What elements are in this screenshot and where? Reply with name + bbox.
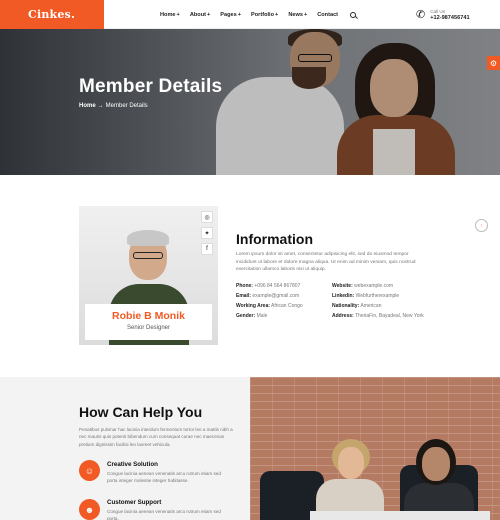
member-role: Senior Designer <box>126 325 171 331</box>
office-photo <box>250 377 500 520</box>
detail-gender: Gender: Male <box>236 313 268 319</box>
nav-item-home[interactable]: Home + <box>160 12 180 18</box>
info-title: Information <box>236 231 313 247</box>
site-header: Cinkes. Home + About + Pages + Portfolio + N… <box>0 0 500 29</box>
plus-icon: + <box>237 11 242 18</box>
detail-email: Email: example@gmail.com <box>236 293 300 299</box>
nav-item-pages[interactable]: Pages + <box>220 12 241 18</box>
service-description: Congue lacinia aenean venenatis arcu rut… <box>107 471 221 483</box>
member-name-box: Robie B Monik Senior Designer <box>85 304 212 340</box>
call-text: Call Us +12-987456741 <box>430 9 469 21</box>
office-photo-detail <box>422 447 450 481</box>
gear-icon: ⚙ <box>489 58 498 68</box>
call-label: Call Us <box>430 9 446 14</box>
office-photo-detail <box>310 511 490 520</box>
member-photo-detail <box>127 230 169 246</box>
nav-item-about[interactable]: About + <box>190 12 210 18</box>
service-title[interactable]: Creative Solution <box>107 461 158 468</box>
office-photo-detail <box>338 447 364 479</box>
breadcrumb-home[interactable]: Home <box>79 103 96 109</box>
plus-icon: + <box>275 11 279 18</box>
search-icon[interactable] <box>350 11 357 18</box>
help-title: How Can Help You <box>79 404 203 420</box>
help-description: Penatibus pulvinar hac lacinia interdum … <box>79 427 233 447</box>
plus-icon: + <box>206 11 211 18</box>
page-title: Member Details <box>79 76 223 97</box>
plus-icon: + <box>176 11 180 18</box>
user-icon: ☻ <box>79 499 100 520</box>
logo-box[interactable]: Cinkes. <box>0 0 104 29</box>
hero-overlay <box>0 29 500 175</box>
member-name: Robie B Monik <box>112 310 185 322</box>
detail-nationality: Nationality: American <box>332 303 382 309</box>
info-description: Lorem ipsum dolor sit amet, consectetur … <box>236 252 416 273</box>
nav-item-news[interactable]: News + <box>288 12 307 18</box>
phone-icon: ✆ <box>416 8 426 21</box>
breadcrumb-separator: → <box>97 103 104 109</box>
member-photo-detail <box>133 252 163 259</box>
logo[interactable]: Cinkes. <box>28 8 75 21</box>
member-photo-card: ◎ ✦ f Robie B Monik Senior Designer <box>79 206 218 345</box>
nav-item-portfolio[interactable]: Portfolio + <box>251 12 278 18</box>
hero-banner: Member Details Home → Member Details ⚙ <box>0 29 500 175</box>
facebook-icon[interactable]: f <box>201 243 213 255</box>
service-title[interactable]: Customer Support <box>107 499 161 506</box>
breadcrumb-current: Member Details <box>105 103 148 109</box>
call-number[interactable]: +12-987456741 <box>430 15 469 21</box>
scroll-button[interactable]: ↑ <box>475 219 488 232</box>
plus-icon: + <box>303 11 308 18</box>
detail-linkedin: Linkedin: Webfurtherexample <box>332 293 400 299</box>
main-nav: Home + About + Pages + Portfolio + News + Con… <box>160 0 357 29</box>
user-share-icon: ☺ <box>79 460 100 481</box>
service-description: Congue lacinia aenean venenatis arcu rut… <box>107 509 221 520</box>
twitter-icon[interactable]: ✦ <box>201 227 213 239</box>
detail-website: Website: webexample.com <box>332 283 394 289</box>
settings-button[interactable]: ⚙ <box>487 56 500 70</box>
call-us[interactable]: ✆ Call Us +12-987456741 <box>416 6 470 24</box>
instagram-icon[interactable]: ◎ <box>201 211 213 223</box>
detail-working-area: Working Area: African Congo <box>236 303 303 309</box>
chevron-up-icon: ↑ <box>480 222 483 229</box>
breadcrumb: Home → Member Details <box>79 103 148 109</box>
detail-address: Address: TheriaFin, Bayadeal, New York <box>332 313 424 319</box>
detail-phone: Phone: +096 84 564 867807 <box>236 283 301 289</box>
nav-item-contact[interactable]: Contact <box>317 12 338 18</box>
